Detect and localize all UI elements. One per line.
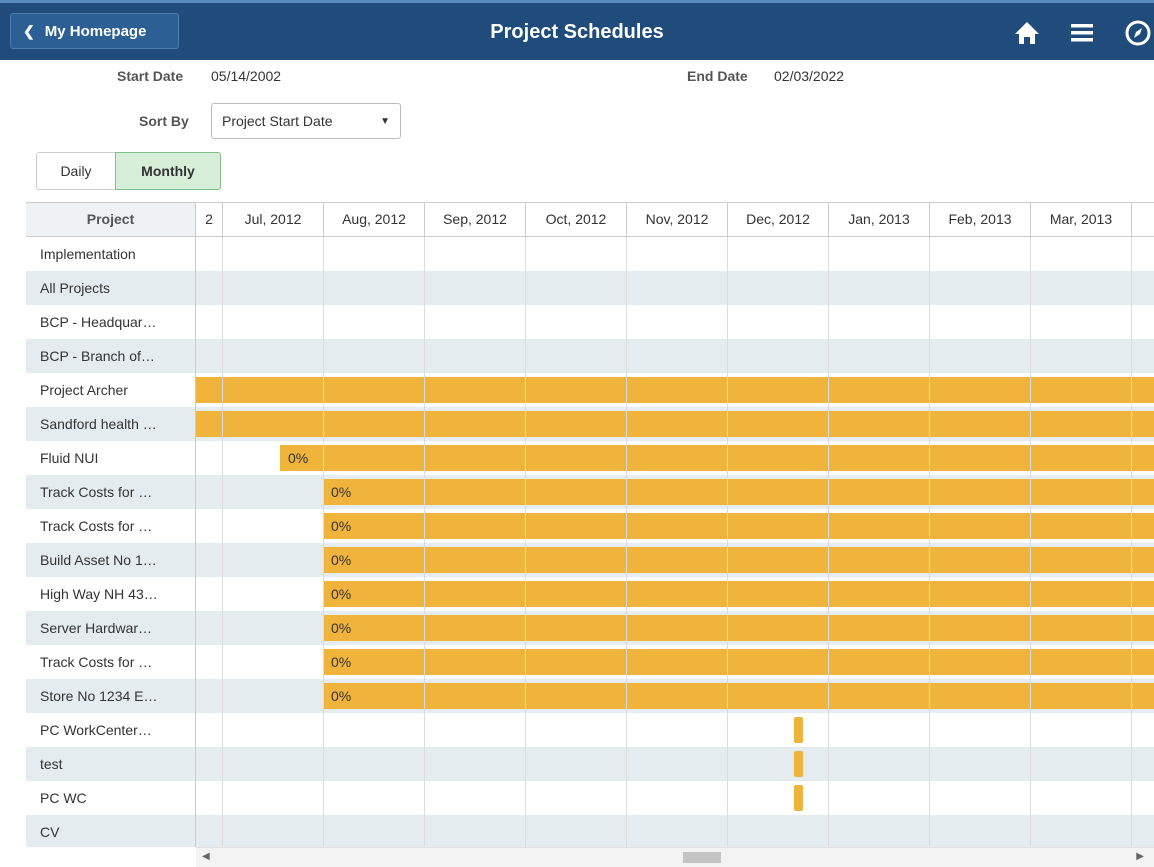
project-name[interactable]: Fluid NUI: [40, 441, 190, 475]
project-name[interactable]: Track Costs for …: [40, 645, 190, 679]
project-name[interactable]: Track Costs for …: [40, 509, 190, 543]
month-column-header: 2: [195, 203, 222, 236]
project-name[interactable]: Build Asset No 1…: [40, 543, 190, 577]
schedule-bar[interactable]: [196, 377, 1154, 403]
project-name[interactable]: PC WorkCenter…: [40, 713, 190, 747]
sort-by-value: Project Start Date: [222, 113, 333, 129]
month-gridline: [626, 237, 627, 847]
home-icon[interactable]: [1013, 19, 1041, 47]
sort-by-select[interactable]: Project Start Date ▼: [211, 103, 401, 139]
project-name[interactable]: BCP - Branch of…: [40, 339, 190, 373]
app-header: ❮ My Homepage Project Schedules: [0, 0, 1154, 60]
scroll-right-icon[interactable]: ▶: [1136, 851, 1144, 862]
month-column-header: Feb, 2013: [929, 203, 1030, 236]
milestone-marker[interactable]: [794, 751, 803, 777]
month-column-header: Aug, 2012: [323, 203, 424, 236]
milestone-marker[interactable]: [794, 717, 803, 743]
month-column-header: Sep, 2012: [424, 203, 525, 236]
horizontal-scrollbar[interactable]: ◀ ▶: [196, 847, 1154, 867]
schedule-grid: Implementation All Projects BCP - Headquar…: [26, 202, 1154, 847]
monthly-toggle[interactable]: Monthly: [115, 152, 221, 190]
sort-by-label: Sort By: [139, 113, 189, 129]
page-title: Project Schedules: [490, 21, 664, 43]
month-column-header: Oct, 2012: [525, 203, 626, 236]
scroll-left-icon[interactable]: ◀: [202, 851, 210, 862]
menu-icon[interactable]: [1068, 19, 1096, 47]
month-header-row: Project 2 Jul, 2012 Aug, 2012 Sep, 2012 Oct,…: [26, 202, 1154, 237]
project-column-header: Project: [26, 203, 195, 236]
progress-label: 0%: [331, 518, 352, 534]
month-column-header: Mar, 2013: [1030, 203, 1131, 236]
project-name[interactable]: CV: [40, 815, 190, 847]
progress-label: 0%: [331, 688, 352, 704]
project-name[interactable]: Server Hardwar…: [40, 611, 190, 645]
start-date-label: Start Date: [117, 68, 184, 84]
navbar-icon[interactable]: [1124, 19, 1152, 47]
month-gridline: [1030, 237, 1031, 847]
dropdown-arrow-icon: ▼: [380, 116, 390, 127]
progress-label: 0%: [331, 484, 352, 500]
month-gridline: [323, 237, 324, 847]
project-name[interactable]: Project Archer: [40, 373, 190, 407]
project-name[interactable]: Store No 1234 E…: [40, 679, 190, 713]
project-name[interactable]: Sandford health …: [40, 407, 190, 441]
progress-label: 0%: [331, 586, 352, 602]
month-gridline: [525, 237, 526, 847]
progress-label: 0%: [331, 552, 352, 568]
month-gridline: [222, 237, 223, 847]
end-date-label: End Date: [687, 68, 748, 84]
scrollbar-thumb[interactable]: [683, 852, 721, 863]
project-name[interactable]: Track Costs for …: [40, 475, 190, 509]
month-column-header: Nov, 2012: [626, 203, 727, 236]
project-name[interactable]: All Projects: [40, 271, 190, 305]
end-date-value: 02/03/2022: [774, 68, 845, 84]
month-column-header: Jan, 2013: [828, 203, 929, 236]
project-column-divider: [195, 202, 196, 847]
daily-toggle[interactable]: Daily: [36, 152, 116, 190]
month-gridline: [828, 237, 829, 847]
month-column-header: Jul, 2012: [222, 203, 323, 236]
start-date-value: 05/14/2002: [211, 68, 282, 84]
month-column-header: A: [1131, 203, 1154, 236]
month-gridline: [424, 237, 425, 847]
project-name[interactable]: PC WC: [40, 781, 190, 815]
month-column-header: Dec, 2012: [727, 203, 828, 236]
schedule-bar[interactable]: 0%: [280, 445, 1154, 471]
month-gridline: [727, 237, 728, 847]
project-name[interactable]: BCP - Headquar…: [40, 305, 190, 339]
month-gridline: [1131, 237, 1132, 847]
month-gridline: [929, 237, 930, 847]
project-name[interactable]: test: [40, 747, 190, 781]
milestone-marker[interactable]: [794, 785, 803, 811]
progress-label: 0%: [288, 450, 309, 466]
project-name[interactable]: Implementation: [40, 237, 190, 271]
progress-label: 0%: [331, 620, 352, 636]
schedule-bar[interactable]: [196, 411, 1154, 437]
project-name[interactable]: High Way NH 43…: [40, 577, 190, 611]
progress-label: 0%: [331, 654, 352, 670]
